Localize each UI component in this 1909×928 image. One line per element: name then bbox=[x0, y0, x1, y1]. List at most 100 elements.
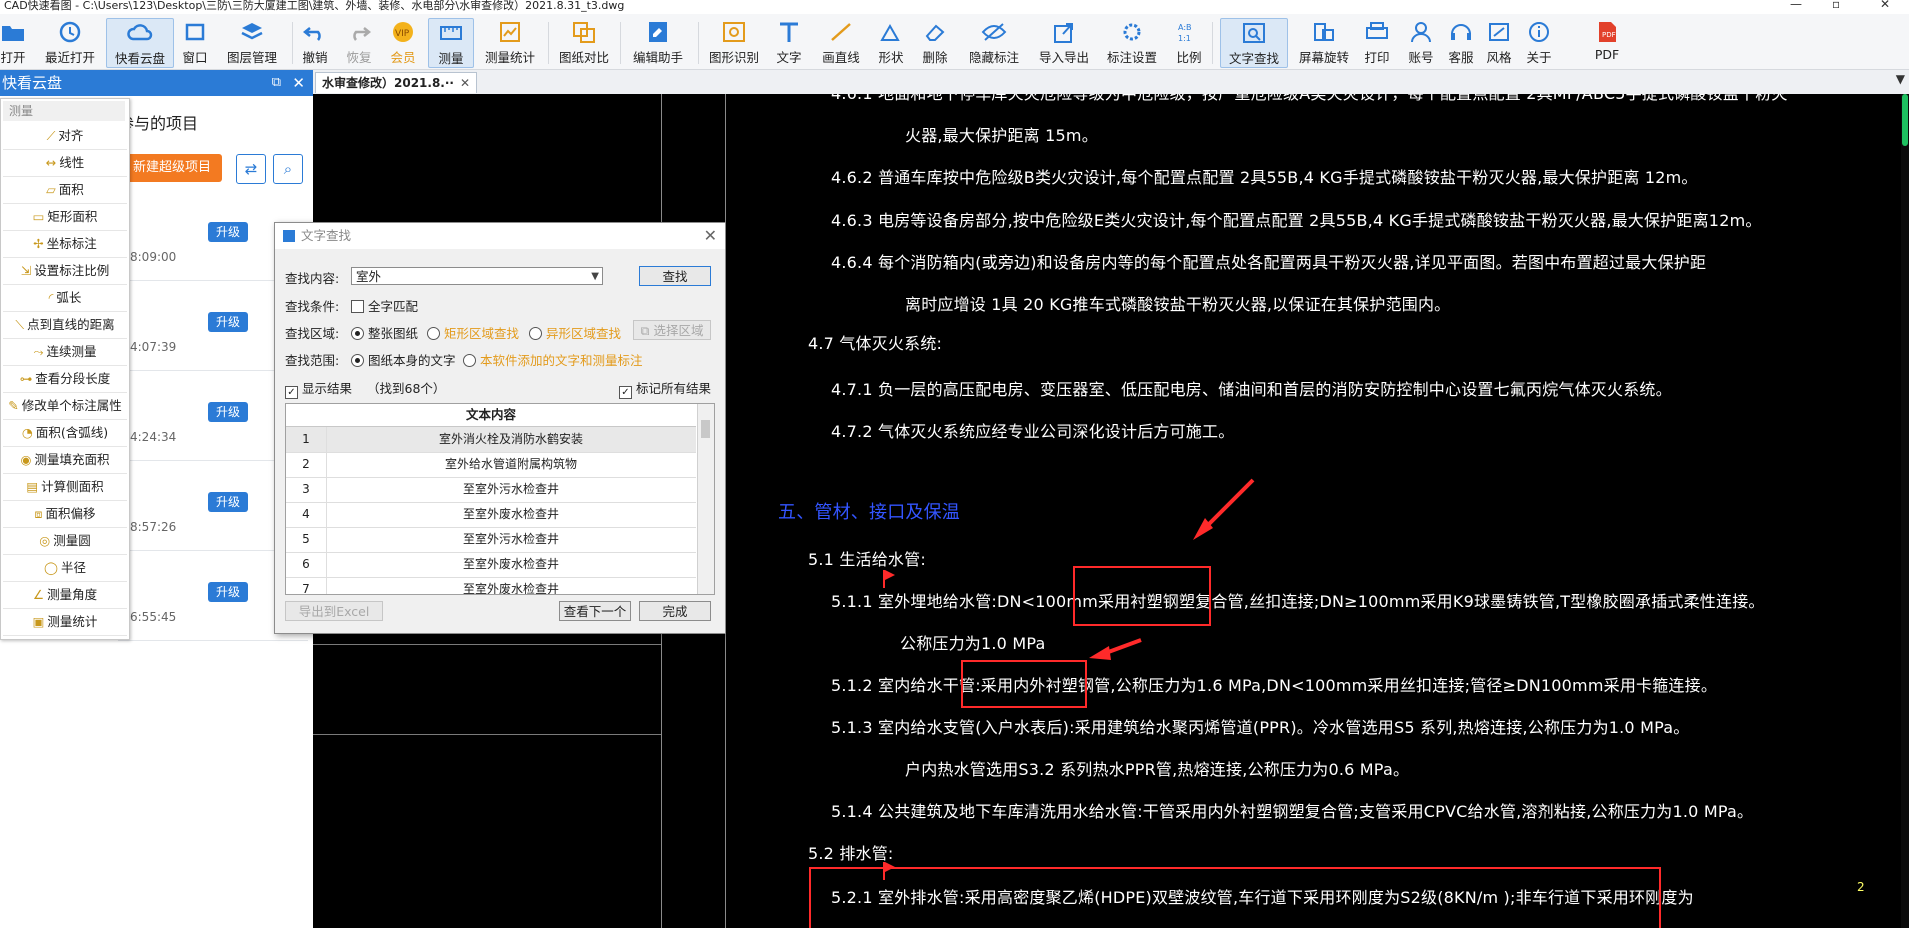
table-row[interactable]: 1 室外消火栓及消防水鹤安装 bbox=[286, 427, 696, 453]
table-row[interactable]: 4 至室外废水检查井 bbox=[286, 502, 696, 528]
measure-menu-title: 测量 bbox=[3, 101, 125, 121]
ratio-button[interactable]: A:B 1:1 比例 bbox=[1174, 18, 1204, 66]
table-row[interactable]: 6 至室外废水检查井 bbox=[286, 552, 696, 578]
menu-item-continuous[interactable]: ⤳ 连续测量 bbox=[3, 339, 127, 366]
menu-item-measure-circle[interactable]: ◎ 测量圆 bbox=[3, 528, 127, 555]
close-tab-icon[interactable]: ✕ bbox=[460, 76, 470, 90]
hide-markup-button[interactable]: 隐藏标注 bbox=[966, 18, 1022, 66]
measure-stats-button[interactable]: 测量统计 bbox=[482, 18, 538, 66]
recognize-button[interactable]: 图形识别 bbox=[706, 18, 762, 66]
arrow-mark bbox=[1089, 646, 1111, 660]
window-button[interactable]: 窗口 bbox=[180, 18, 210, 66]
done-button[interactable]: 完成 bbox=[639, 601, 711, 621]
select-area-button[interactable]: ⧉ 选择区域 bbox=[633, 320, 711, 340]
text-search-button[interactable]: 文字查找 bbox=[1220, 18, 1288, 68]
new-project-button[interactable]: 新建超级项目 bbox=[122, 154, 222, 182]
scope-added-radio[interactable]: 本软件添加的文字和测量标注 bbox=[463, 350, 643, 369]
table-row[interactable]: 7 至室外废水检查井 bbox=[286, 577, 696, 594]
checkbox-checked-icon: ✓ bbox=[285, 386, 298, 399]
chevron-down-icon[interactable]: ▼ bbox=[591, 268, 599, 286]
area-whole-radio[interactable]: 整张图纸 bbox=[351, 323, 418, 342]
menu-item-segment-length[interactable]: ⊶ 查看分段长度 bbox=[3, 366, 127, 393]
about-button[interactable]: 关于 bbox=[1524, 18, 1554, 66]
search-input[interactable]: 室外 ▼ bbox=[351, 267, 603, 285]
float-panel-icon[interactable]: ⧉ bbox=[272, 70, 281, 96]
delete-button[interactable]: 删除 bbox=[920, 18, 950, 66]
upgrade-button[interactable]: 升级 bbox=[208, 402, 248, 422]
rotate-button[interactable]: 屏幕旋转 bbox=[1296, 18, 1352, 66]
table-row[interactable]: 2 室外给水管道附属构筑物 bbox=[286, 452, 696, 478]
recent-button[interactable]: 最近打开 bbox=[40, 18, 100, 66]
shape-button[interactable]: 形状 bbox=[876, 18, 906, 66]
vip-button[interactable]: VIP 会员 bbox=[388, 18, 418, 66]
upgrade-button[interactable]: 升级 bbox=[208, 222, 248, 242]
stats-icon: ▣ bbox=[32, 614, 45, 629]
find-button[interactable]: 查找 bbox=[639, 266, 711, 286]
coordinate-icon: ✢ bbox=[33, 236, 44, 251]
close-dialog-icon[interactable]: ✕ bbox=[704, 223, 717, 249]
menu-item-align[interactable]: ⟋ 对齐 bbox=[3, 123, 127, 150]
search-icon[interactable]: ⌕ bbox=[273, 154, 303, 184]
menu-item-edit-markup[interactable]: ✎ 修改单个标注属性 bbox=[3, 393, 127, 420]
maximize-icon[interactable]: ▫ bbox=[1832, 0, 1840, 10]
tab-list-icon[interactable]: ▼ bbox=[1896, 72, 1905, 86]
cloud-button[interactable]: 快看云盘 bbox=[106, 18, 174, 68]
pdf-button[interactable]: PDF PDF bbox=[1592, 18, 1622, 66]
measure-button[interactable]: 测量 bbox=[428, 18, 474, 68]
menu-item-fill-area[interactable]: ◉ 测量填充面积 bbox=[3, 447, 127, 474]
upgrade-button[interactable]: 升级 bbox=[208, 492, 248, 512]
service-button[interactable]: 客服 bbox=[1446, 18, 1476, 66]
edit-helper-button[interactable]: 编辑助手 bbox=[630, 18, 686, 66]
table-row[interactable]: 3 至室外污水检查井 bbox=[286, 477, 696, 503]
compare-button[interactable]: 图纸对比 bbox=[556, 18, 612, 66]
menu-item-area[interactable]: ▱ 面积 bbox=[3, 177, 127, 204]
menu-item-set-scale[interactable]: ⇲ 设置标注比例 bbox=[3, 258, 127, 285]
redo-button[interactable]: 恢复 bbox=[344, 18, 374, 66]
menu-item-angle[interactable]: ∠ 测量角度 bbox=[3, 582, 127, 609]
print-button[interactable]: 打印 bbox=[1362, 18, 1392, 66]
menu-item-linear[interactable]: ↔ 线性 bbox=[3, 150, 127, 177]
style-button[interactable]: 风格 bbox=[1484, 18, 1514, 66]
account-button[interactable]: 账号 bbox=[1406, 18, 1436, 66]
close-panel-icon[interactable]: ✕ bbox=[292, 70, 305, 96]
rotate-screen-icon bbox=[1311, 20, 1337, 44]
close-window-icon[interactable]: ✕ bbox=[1880, 0, 1890, 10]
import-export-button[interactable]: 导入导出 bbox=[1036, 18, 1092, 66]
toolbar-divider bbox=[620, 22, 621, 64]
full-match-checkbox[interactable]: 全字匹配 bbox=[351, 296, 418, 315]
show-results-checkbox[interactable]: ✓ 显示结果 bbox=[285, 378, 352, 399]
mark-all-checkbox[interactable]: ✓ 标记所有结果 bbox=[619, 378, 711, 399]
scrollbar-thumb[interactable] bbox=[1902, 94, 1908, 146]
scrollbar-thumb[interactable] bbox=[701, 420, 710, 438]
layers-button[interactable]: 图层管理 bbox=[224, 18, 280, 66]
menu-item-point-line[interactable]: ⟍ 点到直线的距离 bbox=[3, 312, 127, 339]
open-button[interactable]: 打开 bbox=[0, 18, 26, 66]
canvas-scrollbar[interactable] bbox=[1901, 94, 1909, 928]
line-button[interactable]: 画直线 bbox=[820, 18, 862, 66]
sync-icon[interactable]: ⇄ bbox=[236, 154, 266, 184]
text-button[interactable]: 文字 bbox=[774, 18, 804, 66]
undo-button[interactable]: 撤销 bbox=[300, 18, 330, 66]
scope-drawing-radio[interactable]: 图纸本身的文字 bbox=[351, 350, 456, 369]
upgrade-button[interactable]: 升级 bbox=[208, 582, 248, 602]
projects-title: 参与的项目 bbox=[118, 114, 199, 133]
menu-item-arc-length[interactable]: ◜ 弧长 bbox=[3, 285, 127, 312]
menu-item-coordinate[interactable]: ✢ 坐标标注 bbox=[3, 231, 127, 258]
table-row[interactable]: 5 至室外污水检查井 bbox=[286, 527, 696, 553]
menu-item-side-area[interactable]: ▤ 计算侧面积 bbox=[3, 474, 127, 501]
menu-item-area-arc[interactable]: ◔ 面积(含弧线) bbox=[3, 420, 127, 447]
area-rect-radio[interactable]: 矩形区域查找 bbox=[427, 323, 519, 342]
export-excel-button[interactable]: 导出到Excel bbox=[285, 601, 383, 621]
area-irregular-radio[interactable]: 异形区域查找 bbox=[529, 323, 621, 342]
minimize-icon[interactable]: — bbox=[1790, 0, 1802, 10]
upgrade-button[interactable]: 升级 bbox=[208, 312, 248, 332]
results-scrollbar[interactable] bbox=[697, 404, 714, 594]
compare-icon bbox=[571, 20, 597, 44]
menu-item-radius[interactable]: ◯ 半径 bbox=[3, 555, 127, 582]
menu-item-area-offset[interactable]: ⧈ 面积偏移 bbox=[3, 501, 127, 528]
next-result-button[interactable]: 查看下一个 bbox=[559, 601, 631, 621]
menu-item-rect-area[interactable]: ▭ 矩形面积 bbox=[3, 204, 127, 231]
markup-settings-button[interactable]: 标注设置 bbox=[1104, 18, 1160, 66]
document-tab[interactable]: 水审查修改）2021.8.·· ✕ bbox=[315, 72, 478, 93]
menu-item-measure-stats[interactable]: ▣ 测量统计 bbox=[3, 609, 127, 636]
